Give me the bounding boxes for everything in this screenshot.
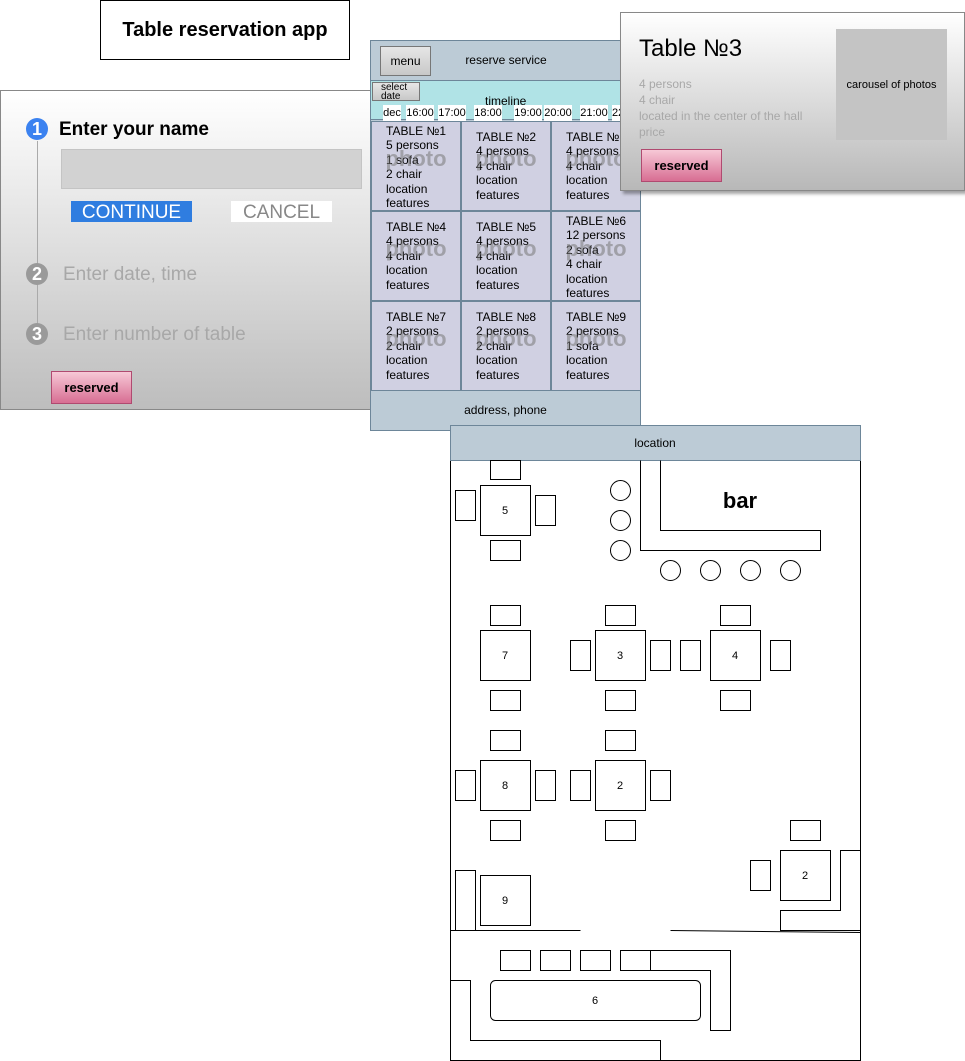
table-info: features — [476, 187, 520, 202]
photo-placeholder: photo — [475, 146, 537, 171]
photo-placeholder: photo — [565, 236, 627, 261]
continue-button[interactable]: CONTINUE — [71, 201, 192, 223]
bar-label: bar — [723, 488, 758, 513]
step-1-label: Enter your name — [59, 119, 209, 140]
detail-title: Table №3 — [639, 35, 743, 62]
table-number: 2 — [617, 780, 623, 792]
table-card-7[interactable]: TABLE №7 2 persons 2 chair location feat… — [371, 301, 461, 391]
table-info: features — [386, 367, 430, 382]
table-number: 9 — [502, 895, 508, 907]
table-number: 3 — [617, 650, 623, 662]
table-name: TABLE №6 — [566, 214, 627, 228]
table-info: location — [476, 353, 518, 368]
table-info: features — [476, 367, 520, 382]
timeline-slot[interactable]: dec — [383, 105, 401, 121]
step-connector-line — [37, 141, 38, 331]
table-info: location — [566, 353, 608, 368]
table-info: location — [476, 173, 518, 188]
timeline-slots: dec 16:00 17:00 18:00 19:00 20:00 21:00 … — [371, 105, 640, 121]
phone-mockup: menu reserve service select date timelin… — [370, 40, 641, 431]
photo-placeholder: photo — [385, 146, 447, 171]
photo-placeholder: photo — [475, 326, 537, 351]
table-number: 7 — [502, 650, 508, 662]
detail-line: 4 chair — [639, 93, 676, 107]
menu-button[interactable]: menu — [380, 46, 431, 76]
table-info: features — [476, 277, 520, 292]
footer-contact: address, phone — [464, 403, 547, 417]
table-card-5[interactable]: TABLE №5 4 persons 4 chair location feat… — [461, 211, 551, 301]
reservation-wizard: 1 Enter your name CONTINUE CANCEL 2 Ente… — [0, 90, 381, 410]
table-info: features — [566, 286, 610, 301]
detail-info: 4 persons 4 chair located in the center … — [639, 76, 802, 140]
table-name: TABLE №1 — [386, 124, 447, 138]
floor-plan: location bar 5 7 3 4 8 2 2 9 6 — [450, 425, 861, 1061]
table-info: features — [386, 277, 430, 292]
table-info: location — [386, 263, 428, 278]
table-name: TABLE №4 — [386, 220, 447, 234]
timeline-slot[interactable]: 20:00 — [544, 105, 572, 121]
name-input[interactable] — [61, 149, 362, 189]
photo-placeholder: photo — [385, 236, 447, 261]
timeline-bar: select date timeline dec 16:00 17:00 18:… — [371, 80, 640, 121]
table-name: TABLE №9 — [566, 310, 627, 324]
timeline-slot[interactable]: 21:00 — [580, 105, 608, 121]
detail-reserved-button[interactable]: reserved — [641, 149, 722, 182]
table-number: 4 — [732, 650, 738, 662]
app-title: Table reservation app — [100, 0, 350, 60]
select-date-button[interactable]: select date — [372, 82, 420, 102]
reserved-button[interactable]: reserved — [51, 371, 132, 404]
table-name: TABLE №5 — [476, 220, 537, 234]
table-name: TABLE №8 — [476, 310, 537, 324]
detail-line: 4 persons — [639, 77, 692, 91]
timeline-slot[interactable]: 17:00 — [438, 105, 466, 121]
table-name: TABLE №7 — [386, 310, 447, 324]
floor-plan-svg: location bar 5 7 3 4 8 2 2 9 6 — [450, 425, 861, 1061]
table-card-1[interactable]: TABLE №1 5 persons 1 sofa 2 chair locati… — [371, 121, 461, 211]
table-detail-card: Table №3 4 persons 4 chair located in th… — [620, 12, 965, 191]
photo-placeholder: photo — [565, 326, 627, 351]
table-number: 5 — [502, 505, 508, 517]
location-header: location — [634, 436, 675, 450]
table-card-8[interactable]: TABLE №8 2 persons 2 chair location feat… — [461, 301, 551, 391]
step-1-number: 1 — [26, 118, 48, 140]
table-card-4[interactable]: TABLE №4 4 persons 4 chair location feat… — [371, 211, 461, 301]
detail-line: located in the center of the hall — [639, 109, 803, 123]
table-number: 8 — [502, 780, 508, 792]
header-title: reserve service — [465, 53, 547, 67]
table-info: location — [566, 271, 608, 286]
step-2-number: 2 — [26, 263, 48, 285]
table-card-9[interactable]: TABLE №9 2 persons 1 sofa location featu… — [551, 301, 640, 391]
timeline-slot[interactable]: 18:00 — [474, 105, 502, 121]
table-info: location — [386, 181, 428, 196]
detail-line: price — [639, 125, 666, 139]
table-number: 6 — [592, 995, 598, 1007]
cancel-button[interactable]: CANCEL — [231, 201, 332, 223]
step-2-label[interactable]: Enter date, time — [63, 264, 197, 286]
timeline-slot[interactable]: 16:00 — [406, 105, 434, 121]
photo-placeholder: photo — [385, 326, 447, 351]
photo-placeholder: photo — [475, 236, 537, 261]
table-number: 2 — [802, 870, 808, 882]
table-card-6[interactable]: TABLE №6 12 persons 2 sofa 4 chair locat… — [551, 211, 640, 301]
step-3-number: 3 — [26, 323, 48, 345]
step-3-label[interactable]: Enter number of table — [63, 324, 246, 346]
table-info: features — [386, 196, 430, 211]
table-info: features — [566, 367, 610, 382]
timeline-slot[interactable]: 19:00 — [514, 105, 542, 121]
table-name: TABLE №2 — [476, 130, 537, 144]
table-info: location — [386, 353, 428, 368]
table-info: location — [476, 263, 518, 278]
table-card-2[interactable]: TABLE №2 4 persons 4 chair location feat… — [461, 121, 551, 211]
photo-carousel[interactable]: carousel of photos — [836, 29, 947, 140]
